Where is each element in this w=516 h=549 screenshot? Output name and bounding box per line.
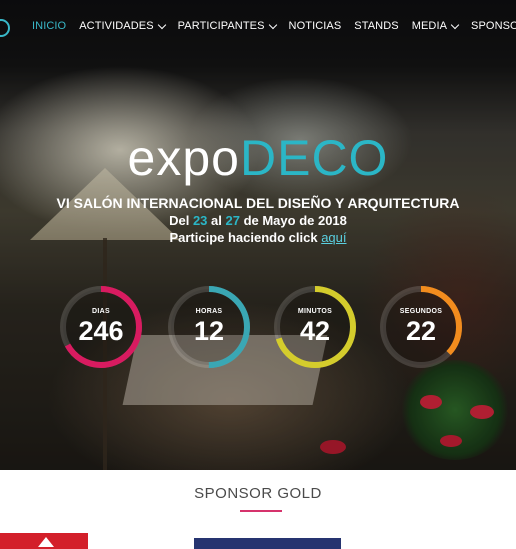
title-underline bbox=[240, 510, 282, 512]
brand-deco: DECO bbox=[239, 130, 389, 186]
countdown-value: 42 bbox=[299, 316, 331, 346]
countdown-value: 12 bbox=[193, 316, 225, 346]
countdown-value: 22 bbox=[405, 316, 437, 346]
logo-icon[interactable] bbox=[0, 19, 10, 37]
expodeco-logo: expoDECO bbox=[0, 128, 516, 188]
nav-item-label: SPONSORS bbox=[471, 20, 516, 32]
nav-menu: INICIO ACTIVIDADES PARTICIPANTES NOTICIAS ST… bbox=[32, 20, 516, 32]
nav-item-stands[interactable]: STANDS bbox=[354, 20, 398, 32]
sponsor-gold-title: SPONSOR GOLD bbox=[194, 485, 322, 502]
nav-item-media[interactable]: MEDIA bbox=[411, 20, 460, 32]
countdown-horas: HORAS 12 bbox=[166, 284, 252, 370]
nav-item-label: MEDIA bbox=[411, 20, 448, 32]
dates-prefix: Del bbox=[169, 213, 193, 228]
participe-label: Participe haciendo click bbox=[169, 230, 322, 245]
countdown-minutos: MINUTOS 42 bbox=[272, 284, 358, 370]
dates-suffix: de Mayo de 2018 bbox=[239, 213, 347, 228]
countdown-value: 246 bbox=[78, 316, 124, 346]
countdown-label: SEGUNDOS bbox=[399, 308, 443, 315]
nav-item-label: ACTIVIDADES bbox=[79, 20, 154, 32]
main-navbar: INICIO ACTIVIDADES PARTICIPANTES NOTICIAS ST… bbox=[0, 0, 516, 54]
sponsor-logo-red[interactable] bbox=[0, 533, 88, 549]
date-end: 27 bbox=[225, 213, 240, 228]
hero-banner: INICIO ACTIVIDADES PARTICIPANTES NOTICIAS ST… bbox=[0, 0, 516, 470]
countdown-label: DIAS bbox=[92, 308, 110, 315]
chevron-down-icon bbox=[450, 20, 460, 29]
countdown-label: HORAS bbox=[195, 308, 223, 315]
nav-item-inicio[interactable]: INICIO bbox=[32, 20, 66, 32]
nav-item-label: INICIO bbox=[32, 20, 67, 32]
nav-item-participantes[interactable]: PARTICIPANTES bbox=[177, 20, 277, 32]
nav-item-label: STANDS bbox=[354, 20, 399, 32]
nav-item-label: NOTICIAS bbox=[288, 20, 342, 32]
participe-text: Participe haciendo click aquí bbox=[0, 230, 516, 245]
nav-item-sponsors[interactable]: SPONSORS bbox=[471, 20, 516, 32]
participe-link[interactable]: aquí bbox=[321, 230, 346, 245]
countdown-dias: DIAS 246 bbox=[58, 284, 144, 370]
date-start: 23 bbox=[192, 213, 208, 228]
nav-item-label: PARTICIPANTES bbox=[177, 20, 265, 32]
countdown-segundos: SEGUNDOS 22 bbox=[378, 284, 464, 370]
brand-expo: expo bbox=[127, 130, 240, 186]
nav-item-actividades[interactable]: ACTIVIDADES bbox=[79, 20, 166, 32]
sponsor-logo-navy[interactable] bbox=[194, 538, 341, 549]
event-dates: Del 23 al 27 de Mayo de 2018 bbox=[0, 213, 516, 228]
event-subtitle: VI SALÓN INTERNACIONAL DEL DISEÑO Y ARQU… bbox=[56, 195, 460, 211]
nav-item-noticias[interactable]: NOTICIAS bbox=[289, 20, 342, 32]
chevron-down-icon bbox=[268, 20, 277, 29]
chevron-down-icon bbox=[157, 20, 166, 29]
countdown-label: MINUTOS bbox=[297, 308, 333, 315]
dates-middle: al bbox=[207, 213, 226, 228]
